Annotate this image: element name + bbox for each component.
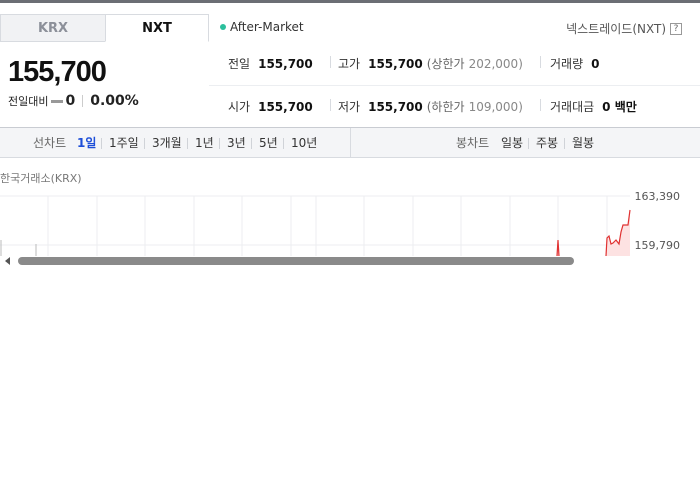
divider (330, 56, 331, 68)
stats-divider (209, 85, 700, 86)
divider (251, 138, 252, 149)
stat-label: 시가 (228, 100, 251, 114)
divider (564, 138, 565, 149)
period-1w[interactable]: 1주일 (109, 128, 139, 158)
stat-label: 고가 (338, 57, 361, 71)
divider (330, 99, 331, 111)
candle-weekly[interactable]: 주봉 (536, 128, 558, 158)
stat-label: 거래량 (550, 57, 584, 71)
chart-toolbar: 선차트 1일 1주일 3개월 1년 3년 5년 10년 봉차트 일봉 주봉 월봉 (0, 128, 700, 158)
market-status: After-Market (220, 20, 304, 34)
upper-limit-value: 202,000 (468, 56, 519, 71)
tab-krx[interactable]: KRX (0, 14, 105, 42)
stat-value: 0 (591, 56, 600, 71)
divider (82, 95, 84, 107)
line-chart-label[interactable]: 선차트 (33, 128, 66, 158)
period-3y[interactable]: 3년 (227, 128, 246, 158)
price-chart (0, 195, 631, 256)
stat-prev-close: 전일 155,700 (228, 55, 313, 72)
status-dot-icon (220, 24, 226, 30)
flat-icon (51, 99, 64, 103)
stat-value: 155,700 (368, 99, 423, 114)
toolbar-divider (350, 128, 351, 158)
chart-grid (0, 195, 630, 256)
stat-low: 저가 155,700 (하한가 109,000 ) (338, 98, 523, 115)
divider (187, 138, 188, 149)
change-label: 전일대비 (8, 95, 49, 108)
stat-label: 저가 (338, 100, 361, 114)
divider (283, 138, 284, 149)
stat-value: 155,700 (368, 56, 423, 71)
upper-limit-label: (상한가 (426, 57, 465, 71)
period-3m[interactable]: 3개월 (152, 128, 182, 158)
stat-value: 0 백만 (602, 100, 637, 114)
scroll-left-arrow-icon[interactable] (5, 257, 10, 265)
lower-limit-label: (하한가 (426, 100, 465, 114)
divider (219, 138, 220, 149)
lower-limit-value: 109,000 (468, 99, 519, 114)
market-status-label: After-Market (230, 20, 304, 34)
nxt-info-link[interactable]: 넥스트레이드(NXT) ? (566, 20, 682, 37)
stat-value: 155,700 (258, 56, 313, 71)
price-area (606, 210, 630, 256)
period-1d[interactable]: 1일 (77, 128, 96, 158)
period-10y[interactable]: 10년 (291, 128, 317, 158)
tab-nxt[interactable]: NXT (105, 14, 209, 42)
period-5y[interactable]: 5년 (259, 128, 278, 158)
upper-limit-close: ) (518, 56, 523, 71)
stat-open: 시가 155,700 (228, 98, 313, 115)
stat-volume: 거래량 0 (550, 55, 599, 72)
stat-amount: 거래대금 0 백만 (550, 98, 637, 115)
horizontal-scrollbar-thumb[interactable] (18, 257, 574, 265)
change-percent: 0.00% (90, 93, 139, 109)
exchange-label: 한국거래소(KRX) (0, 172, 82, 185)
y-axis-tick-bottom: 159,790 (634, 239, 681, 252)
candle-daily[interactable]: 일봉 (501, 128, 523, 158)
candle-monthly[interactable]: 월봉 (572, 128, 594, 158)
lower-limit-close: ) (518, 99, 523, 114)
nxt-link-label[interactable]: 넥스트레이드(NXT) (566, 20, 666, 37)
period-1y[interactable]: 1년 (195, 128, 214, 158)
stat-label: 전일 (228, 57, 251, 71)
current-price: 155,700 (8, 56, 107, 88)
stat-label: 거래대금 (550, 100, 595, 114)
divider (144, 138, 145, 149)
change-value: 0 (65, 93, 76, 109)
divider (101, 138, 102, 149)
stat-high: 고가 155,700 (상한가 202,000 ) (338, 55, 523, 72)
y-axis-tick-top: 163,390 (634, 190, 681, 203)
question-icon[interactable]: ? (670, 22, 682, 35)
divider (528, 138, 529, 149)
stat-value: 155,700 (258, 99, 313, 114)
candle-chart-label[interactable]: 봉차트 (456, 128, 489, 158)
price-change: 전일대비 0 0.00% (8, 93, 139, 109)
top-border (0, 0, 700, 3)
divider (540, 56, 541, 68)
divider (540, 99, 541, 111)
